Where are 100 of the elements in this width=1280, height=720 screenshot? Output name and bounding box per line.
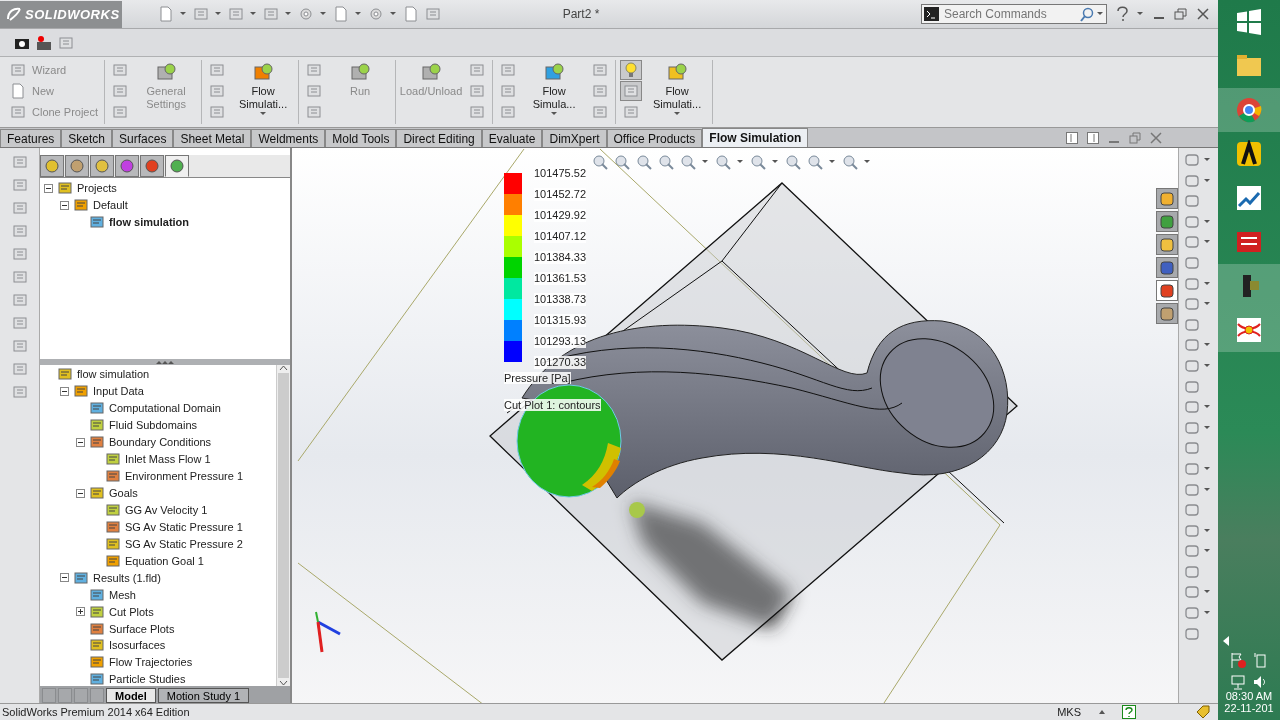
task-pane-tab[interactable] xyxy=(1156,257,1178,278)
caret-icon[interactable] xyxy=(1204,466,1211,471)
panel-tab[interactable] xyxy=(65,155,89,177)
caret-icon[interactable] xyxy=(1204,611,1211,616)
caret-icon[interactable] xyxy=(829,160,836,164)
tree-item[interactable]: Equation Goal 1 xyxy=(125,554,204,567)
tree-item[interactable]: Environment Pressure 1 xyxy=(125,470,243,483)
search-icon[interactable] xyxy=(1079,7,1095,23)
caret-icon[interactable] xyxy=(1204,343,1211,348)
tree-item[interactable]: Isosurfaces xyxy=(109,639,166,652)
caret-icon[interactable] xyxy=(390,12,397,16)
ribbon-tab[interactable]: Sketch xyxy=(61,129,113,147)
show-hidden-icon[interactable] xyxy=(1222,636,1230,646)
first-icon[interactable] xyxy=(42,688,56,703)
up-caret-icon[interactable] xyxy=(1099,710,1106,714)
caret-icon[interactable] xyxy=(320,12,327,16)
caret-icon[interactable] xyxy=(772,160,779,164)
new-file-icon[interactable] xyxy=(10,83,26,99)
caret-icon[interactable] xyxy=(1204,528,1211,533)
command-button[interactable]: Flow Simulati... xyxy=(646,60,709,122)
ribbon-tab[interactable]: Mold Tools xyxy=(325,129,397,147)
caret-icon[interactable] xyxy=(1204,363,1211,368)
collapse-toggle-icon[interactable] xyxy=(44,183,53,193)
tree-item[interactable]: flow simulation xyxy=(109,216,190,229)
clock-date[interactable]: 22-11-201 xyxy=(1218,702,1280,714)
ribbon-tab[interactable]: Surfaces xyxy=(112,129,174,147)
expand-toggle-icon[interactable] xyxy=(76,607,85,617)
help-icon[interactable] xyxy=(1122,705,1136,719)
caret-icon[interactable] xyxy=(1204,281,1211,286)
tag-icon[interactable] xyxy=(1196,705,1210,719)
close-icon[interactable] xyxy=(1150,131,1162,144)
collapse-toggle-icon[interactable] xyxy=(60,200,69,210)
tree-item[interactable]: GG Av Velocity 1 xyxy=(125,503,208,516)
tree-item[interactable]: Boundary Conditions xyxy=(109,436,212,449)
model-tab[interactable]: Motion Study 1 xyxy=(157,688,250,703)
tree-item[interactable]: Goals xyxy=(109,487,138,500)
restore-icon[interactable] xyxy=(1129,131,1141,144)
panel-tab[interactable] xyxy=(140,155,164,177)
ribbon-tab[interactable]: Features xyxy=(0,129,62,147)
previous-view-icon[interactable] xyxy=(636,154,652,170)
scrollbar[interactable] xyxy=(276,365,290,686)
tree-item[interactable]: Cut Plots xyxy=(109,605,154,618)
caret-icon[interactable] xyxy=(1204,405,1211,410)
command-button[interactable]: Flow Simula... xyxy=(523,60,586,122)
splitter-handle-icon[interactable] xyxy=(156,360,174,364)
search-field[interactable]: Search Commands xyxy=(921,4,1107,24)
network-icon[interactable] xyxy=(1230,674,1246,690)
caret-icon[interactable] xyxy=(180,12,187,16)
ribbon-tab[interactable]: Sheet Metal xyxy=(173,129,252,147)
collapse-toggle-icon[interactable] xyxy=(76,437,85,447)
caret-icon[interactable] xyxy=(1204,302,1211,307)
caret-icon[interactable] xyxy=(285,12,292,16)
prev-icon[interactable] xyxy=(58,688,72,703)
task-pane-tab[interactable] xyxy=(1156,280,1178,301)
panel-tab[interactable] xyxy=(115,155,139,177)
caret-icon[interactable] xyxy=(1137,12,1144,16)
new-file-icon[interactable] xyxy=(158,6,174,22)
caret-icon[interactable] xyxy=(1204,487,1211,492)
zoom-area-icon[interactable] xyxy=(614,154,630,170)
unit-system[interactable]: MKS xyxy=(1057,706,1081,718)
tree-item[interactable]: flow simulation xyxy=(77,368,150,381)
last-icon[interactable] xyxy=(90,688,104,703)
caret-icon[interactable] xyxy=(1204,158,1211,162)
caret-icon[interactable] xyxy=(250,12,257,16)
help-icon[interactable] xyxy=(1115,6,1129,22)
collapse-toggle-icon[interactable] xyxy=(60,573,69,583)
ribbon-tab[interactable]: Evaluate xyxy=(481,129,543,147)
tree-item[interactable]: Projects xyxy=(77,182,117,195)
ribbon-tab[interactable]: Weldments xyxy=(251,129,326,147)
next-icon[interactable] xyxy=(74,688,88,703)
caret-icon[interactable] xyxy=(1204,219,1211,224)
action-center-icon[interactable] xyxy=(1230,652,1246,668)
caret-icon[interactable] xyxy=(1204,240,1211,245)
caret-icon[interactable] xyxy=(864,160,871,164)
tree-item[interactable]: Computational Domain xyxy=(109,402,221,415)
taskbar-app[interactable] xyxy=(1218,264,1280,308)
tree-item[interactable]: Inlet Mass Flow 1 xyxy=(125,453,211,466)
restore-icon[interactable] xyxy=(1174,7,1188,21)
tree-item[interactable]: SG Av Static Pressure 1 xyxy=(125,520,243,533)
zoom-to-fit-icon[interactable] xyxy=(592,154,608,170)
split-right-icon[interactable] xyxy=(1087,131,1099,144)
tree-item[interactable]: Mesh xyxy=(109,588,136,601)
tree-item[interactable]: Fluid Subdomains xyxy=(109,419,198,432)
collapse-toggle-icon[interactable] xyxy=(60,386,69,396)
ribbon-tab[interactable]: DimXpert xyxy=(542,129,607,147)
caret-icon[interactable] xyxy=(355,12,362,16)
scroll-down-icon[interactable] xyxy=(279,680,288,686)
ribbon-tab[interactable]: Office Products xyxy=(606,129,703,147)
caret-icon[interactable] xyxy=(737,160,744,164)
ribbon-tab[interactable]: Direct Editing xyxy=(396,129,482,147)
command-button[interactable]: Flow Simulati... xyxy=(232,60,295,122)
tree-item[interactable]: Particle Studies xyxy=(109,673,186,686)
tree-item[interactable]: Flow Trajectories xyxy=(109,656,193,669)
panel-tab[interactable] xyxy=(40,155,64,177)
model-tab[interactable]: Model xyxy=(106,688,156,703)
caret-icon[interactable] xyxy=(1204,590,1211,595)
split-left-icon[interactable] xyxy=(1066,131,1078,144)
tree-item[interactable]: Results (1.fld) xyxy=(93,571,161,584)
ribbon-tab[interactable]: Flow Simulation xyxy=(702,128,809,147)
panel-tab[interactable] xyxy=(165,155,189,177)
